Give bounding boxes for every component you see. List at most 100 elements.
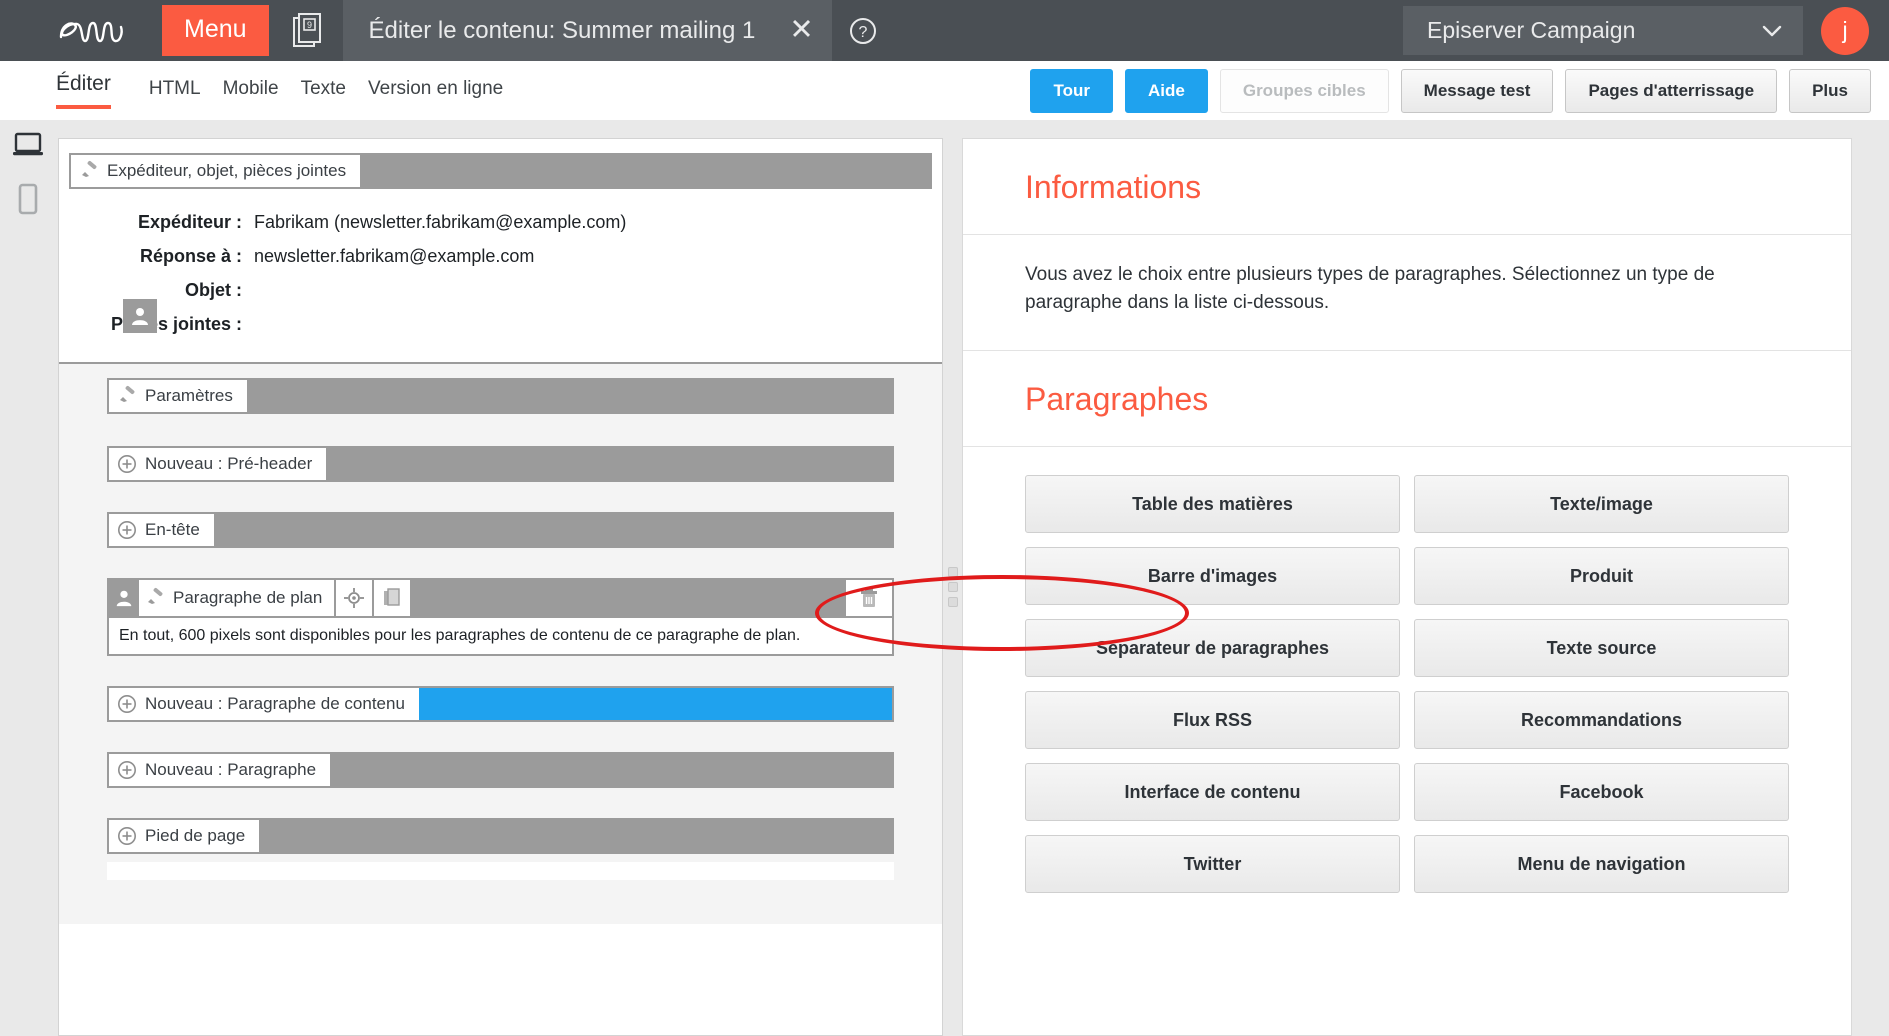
person-icon [123, 299, 157, 333]
tab-mobile[interactable]: Mobile [223, 78, 279, 109]
row-pied-de-page[interactable]: Pied de page [107, 818, 894, 854]
message-test-button[interactable]: Message test [1400, 68, 1554, 113]
paragraph-type-menu-de-navigation[interactable]: Menu de navigation [1414, 835, 1789, 894]
sender-section-fill [360, 155, 930, 187]
plan-paragraph-label-wrap[interactable]: Paragraphe de plan [139, 580, 335, 616]
row-pre-header-label: Nouveau : Pré-header [145, 454, 313, 473]
top-bar: Menu 9 Éditer le contenu: Summer mailing… [0, 0, 1889, 61]
plus-circle-icon [117, 760, 137, 780]
organization-select[interactable]: Episerver Campaign [1403, 6, 1803, 55]
workspace: Expéditeur, objet, pièces jointes Expédi… [0, 120, 1889, 1036]
paragraph-type-texte-image[interactable]: Texte/image [1414, 475, 1789, 534]
paragraph-type-facebook[interactable]: Facebook [1414, 763, 1789, 822]
tab-texte[interactable]: Texte [301, 78, 346, 109]
field-reponse-a-label: Réponse à : [139, 246, 242, 266]
row-pied-label-wrap: Pied de page [109, 820, 260, 852]
editor-content-area: Paramètres Nouveau : Pré-header En-tête … [59, 364, 942, 924]
device-preview-rail [0, 120, 56, 1036]
row-parametres-label: Paramètres [145, 386, 233, 405]
row-contenu-fill [418, 688, 892, 720]
tab-editer[interactable]: Éditer [56, 72, 111, 109]
row-pied-label: Pied de page [145, 826, 246, 845]
paragraph-type-interface-de-contenu[interactable]: Interface de contenu [1025, 763, 1400, 822]
row-en-tete[interactable]: En-tête [107, 512, 894, 548]
field-objet: Objet : [59, 280, 942, 301]
row-paragraphe-label: Nouveau : Paragraphe [145, 760, 317, 779]
brush-icon [145, 587, 165, 610]
copy-icon[interactable] [372, 580, 411, 616]
paragraph-type-table-des-matieres[interactable]: Table des matières [1025, 475, 1400, 534]
tab-version-en-ligne[interactable]: Version en ligne [368, 78, 503, 109]
active-tab-title-bar[interactable]: Éditer le contenu: Summer mailing 1 ✕ [342, 0, 832, 61]
row-nouveau-paragraphe-contenu[interactable]: Nouveau : Paragraphe de contenu [107, 686, 894, 722]
brush-icon [117, 385, 137, 408]
paragraph-type-barre-d-images[interactable]: Barre d'images [1025, 547, 1400, 606]
aide-button[interactable]: Aide [1125, 68, 1208, 113]
content-tail [107, 862, 894, 880]
plan-paragraph-fill [410, 580, 846, 616]
pages-atterrissage-button[interactable]: Pages d'atterrissage [1565, 68, 1778, 113]
tab-html[interactable]: HTML [149, 78, 201, 109]
paragraph-type-produit[interactable]: Produit [1414, 547, 1789, 606]
episerver-logo-icon [52, 15, 144, 47]
help-icon[interactable]: ? [848, 16, 878, 46]
row-pre-header-fill [326, 448, 892, 480]
row-parametres-label-wrap: Paramètres [109, 380, 247, 412]
svg-text:9: 9 [307, 20, 312, 30]
person-icon [109, 580, 139, 616]
toolbar-actions: Tour Aide Groupes cibles Message test Pa… [1030, 68, 1889, 113]
desktop-view-icon[interactable] [12, 132, 44, 163]
tour-button[interactable]: Tour [1030, 68, 1113, 113]
row-paragraphe-fill [330, 754, 892, 786]
sender-section-bar[interactable]: Expéditeur, objet, pièces jointes [69, 153, 932, 189]
paragraph-type-twitter[interactable]: Twitter [1025, 835, 1400, 894]
row-paragraphe-label-wrap: Nouveau : Paragraphe [109, 754, 331, 786]
informations-title: Informations [963, 139, 1851, 235]
row-nouveau-pre-header[interactable]: Nouveau : Pré-header [107, 446, 894, 482]
mobile-view-icon[interactable] [17, 183, 39, 220]
paragraph-type-separateur-de-paragraphes[interactable]: Séparateur de paragraphes [1025, 619, 1400, 678]
row-nouveau-paragraphe[interactable]: Nouveau : Paragraphe [107, 752, 894, 788]
paragraph-type-recommandations[interactable]: Recommandations [1414, 691, 1789, 750]
field-expediteur-value: Fabrikam (newsletter.fabrikam@example.co… [254, 212, 627, 232]
delete-icon[interactable] [846, 580, 892, 616]
email-editor-panel: Expéditeur, objet, pièces jointes Expédi… [58, 138, 943, 1036]
sender-section-label-wrap: Expéditeur, objet, pièces jointes [71, 155, 361, 187]
plus-circle-icon [117, 454, 137, 474]
field-pieces-jointes: Pièces jointes : [59, 314, 942, 335]
sender-section-label: Expéditeur, objet, pièces jointes [107, 161, 347, 180]
plan-paragraph-toolbar: Paragraphe de plan [109, 580, 892, 616]
plan-paragraph-label: Paragraphe de plan [173, 588, 323, 607]
groupes-cibles-button: Groupes cibles [1219, 68, 1389, 113]
view-tabs: Éditer HTML Mobile Texte Version en lign… [56, 72, 525, 109]
informations-text: Vous avez le choix entre plusieurs types… [1025, 264, 1715, 313]
row-parametres[interactable]: Paramètres [107, 378, 894, 414]
plus-circle-icon [117, 520, 137, 540]
row-contenu-label: Nouveau : Paragraphe de contenu [145, 694, 405, 713]
row-pied-fill [259, 820, 892, 852]
menu-button[interactable]: Menu [162, 5, 269, 56]
splitter-grip-icon[interactable] [948, 567, 958, 607]
plan-paragraph-note: En tout, 600 pixels sont disponibles pou… [109, 616, 892, 654]
paragraph-type-texte-source[interactable]: Texte source [1414, 619, 1789, 678]
organization-name: Episerver Campaign [1427, 17, 1636, 43]
avatar[interactable]: j [1821, 6, 1869, 55]
plus-circle-icon [117, 826, 137, 846]
row-en-tete-label: En-tête [145, 520, 200, 539]
view-toolbar: Éditer HTML Mobile Texte Version en lign… [0, 61, 1889, 120]
field-reponse-a-value: newsletter.fabrikam@example.com [254, 246, 535, 266]
move-target-icon[interactable] [334, 580, 373, 616]
plus-button[interactable]: Plus [1789, 68, 1871, 113]
paragraph-type-flux-rss[interactable]: Flux RSS [1025, 691, 1400, 750]
field-expediteur-label: Expéditeur : [137, 212, 242, 232]
topbar-right-group: Episerver Campaign j [1403, 6, 1889, 55]
chevron-down-icon [1761, 17, 1783, 44]
tab-title-text: Éditer le contenu: Summer mailing 1 [368, 16, 756, 44]
close-icon[interactable]: ✕ [789, 16, 813, 45]
field-reponse-a: Réponse à : newsletter.fabrikam@example.… [59, 246, 942, 267]
panel-splitter[interactable] [946, 138, 960, 1036]
document-count-icon[interactable]: 9 [291, 12, 325, 50]
plan-paragraph-block: Paragraphe de plan En tout, 600 pixels s… [107, 578, 894, 656]
